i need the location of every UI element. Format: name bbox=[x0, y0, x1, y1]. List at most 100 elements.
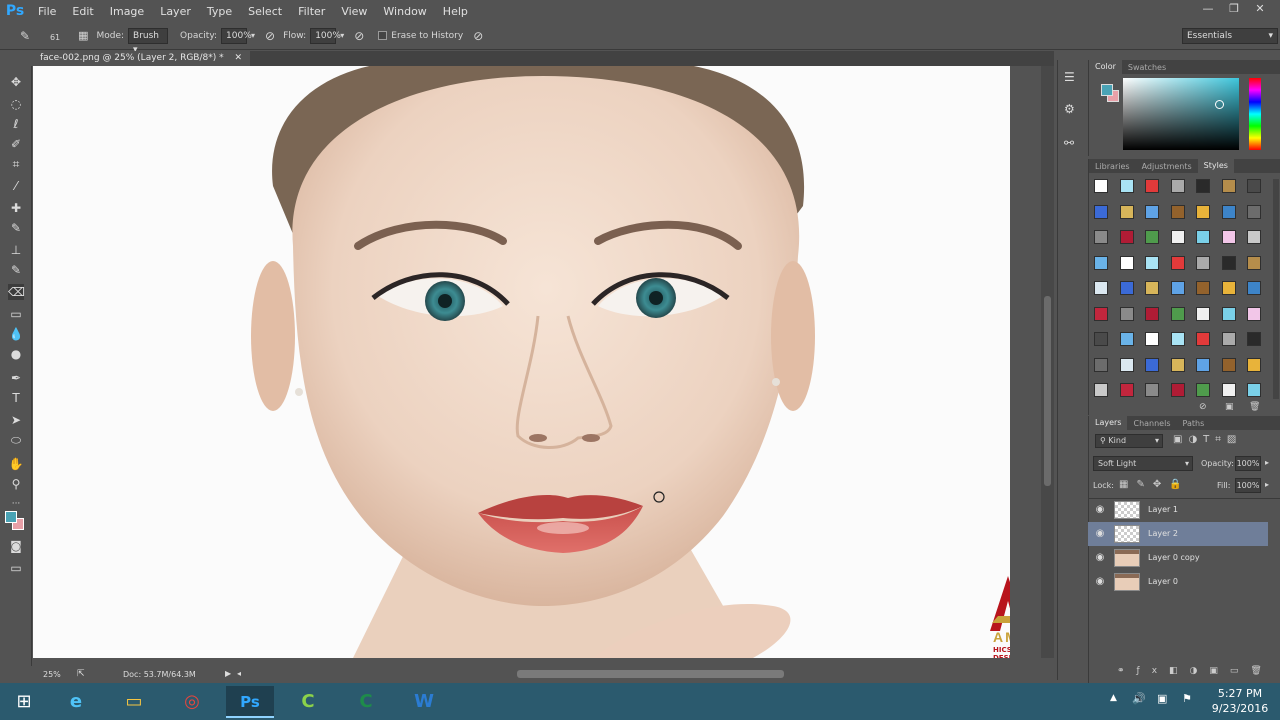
quick-select-tool-icon[interactable]: ✐ bbox=[8, 136, 24, 152]
restore-button[interactable]: ❐ bbox=[1222, 2, 1246, 18]
camtasia-recorder-icon[interactable]: C bbox=[342, 686, 390, 718]
style-swatch[interactable] bbox=[1145, 230, 1159, 244]
style-swatch[interactable] bbox=[1094, 204, 1108, 219]
style-swatch[interactable] bbox=[1170, 179, 1185, 193]
pen-tool-icon[interactable]: ✒ bbox=[8, 370, 24, 386]
style-swatch[interactable] bbox=[1221, 255, 1236, 270]
style-swatch[interactable] bbox=[1196, 204, 1210, 219]
style-swatch[interactable] bbox=[1094, 281, 1108, 295]
style-swatch[interactable] bbox=[1196, 357, 1210, 372]
healing-brush-icon[interactable]: ✚ bbox=[8, 200, 24, 216]
visibility-eye-icon[interactable]: ◉ bbox=[1094, 552, 1106, 564]
clear-style-icon[interactable]: ⊘ bbox=[1199, 402, 1207, 412]
layers-footer-icons[interactable]: ⚭ƒx◧◑▣▭🗑 bbox=[1089, 666, 1280, 683]
layer-opacity-input[interactable]: 100% bbox=[1235, 456, 1261, 471]
menu-image[interactable]: Image bbox=[102, 5, 152, 18]
style-swatch[interactable] bbox=[1247, 230, 1261, 244]
brush-panel-icon[interactable]: ▦ bbox=[78, 29, 88, 42]
tab-color[interactable]: Color bbox=[1089, 60, 1122, 74]
layer-row[interactable]: ◉ Layer 1 bbox=[1088, 498, 1268, 522]
quick-mask-icon[interactable]: ◙ bbox=[8, 538, 24, 554]
style-swatch[interactable] bbox=[1196, 281, 1210, 295]
style-swatch[interactable] bbox=[1221, 383, 1236, 397]
properties-panel-icon[interactable]: ⚙ bbox=[1064, 102, 1075, 116]
style-swatch[interactable] bbox=[1196, 230, 1210, 244]
zoom-tool-icon[interactable]: ⚲ bbox=[8, 476, 24, 492]
style-swatch[interactable] bbox=[1196, 255, 1210, 270]
style-swatch[interactable] bbox=[1145, 255, 1159, 270]
history-brush-icon[interactable]: ✎ bbox=[8, 262, 24, 278]
tab-channels[interactable]: Channels bbox=[1127, 419, 1176, 428]
status-menu-arrow-icon[interactable]: ▶ bbox=[225, 669, 231, 678]
marquee-tool-icon[interactable]: ◌ bbox=[8, 96, 24, 112]
layer-opacity-arrow-icon[interactable]: ▸ bbox=[1265, 458, 1269, 467]
style-swatch[interactable] bbox=[1221, 306, 1236, 321]
style-swatch[interactable] bbox=[1247, 332, 1261, 346]
opacity-input[interactable]: 100% bbox=[221, 27, 252, 44]
style-swatch[interactable] bbox=[1119, 281, 1134, 295]
menu-type[interactable]: Type bbox=[199, 5, 240, 18]
menu-select[interactable]: Select bbox=[240, 5, 290, 18]
style-swatch[interactable] bbox=[1247, 204, 1261, 219]
style-swatch[interactable] bbox=[1145, 179, 1159, 193]
menu-layer[interactable]: Layer bbox=[152, 5, 199, 18]
lock-icons[interactable]: ▦✎✥🔒 bbox=[1119, 479, 1190, 490]
style-swatch[interactable] bbox=[1247, 306, 1261, 321]
volume-icon[interactable]: 🔊 bbox=[1132, 692, 1146, 705]
fill-arrow-icon[interactable]: ▸ bbox=[1265, 480, 1269, 489]
style-swatch[interactable] bbox=[1170, 281, 1185, 295]
style-swatch[interactable] bbox=[1145, 383, 1159, 397]
color-picker-handle[interactable] bbox=[1215, 100, 1224, 109]
eyedropper-tool-icon[interactable]: ⁄ bbox=[8, 178, 24, 194]
layer-name[interactable]: Layer 0 bbox=[1148, 577, 1178, 586]
style-swatch[interactable] bbox=[1196, 179, 1210, 193]
style-swatch[interactable] bbox=[1247, 357, 1261, 372]
style-swatch[interactable] bbox=[1094, 255, 1108, 270]
layer-row-selected[interactable]: ◉ Layer 2 bbox=[1088, 522, 1268, 546]
close-tab-icon[interactable]: ✕ bbox=[235, 53, 243, 63]
tab-libraries[interactable]: Libraries bbox=[1089, 162, 1136, 171]
styles-scrollbar[interactable] bbox=[1273, 179, 1279, 399]
pressure-opacity-icon[interactable]: ⊘ bbox=[265, 29, 275, 43]
style-swatch[interactable] bbox=[1196, 383, 1210, 397]
delete-style-icon[interactable]: 🗑 bbox=[1249, 402, 1260, 412]
style-swatch[interactable] bbox=[1170, 306, 1185, 321]
style-swatch[interactable] bbox=[1119, 204, 1134, 219]
pressure-size-icon[interactable]: ⊘ bbox=[473, 29, 483, 43]
style-swatch[interactable] bbox=[1221, 179, 1236, 193]
clone-stamp-icon[interactable]: ⊥ bbox=[8, 242, 24, 258]
style-swatch[interactable] bbox=[1170, 332, 1185, 346]
style-swatch[interactable] bbox=[1170, 357, 1185, 372]
menu-window[interactable]: Window bbox=[375, 5, 434, 18]
menu-edit[interactable]: Edit bbox=[64, 5, 101, 18]
flow-dropdown-icon[interactable]: ▾ bbox=[340, 31, 344, 40]
network-icon[interactable]: ▣ bbox=[1157, 692, 1167, 705]
visibility-eye-icon[interactable]: ◉ bbox=[1094, 504, 1106, 516]
menu-file[interactable]: File bbox=[30, 5, 64, 18]
foreground-color-swatch[interactable] bbox=[5, 511, 17, 523]
style-swatch[interactable] bbox=[1221, 357, 1236, 372]
color-picker-field[interactable] bbox=[1123, 78, 1239, 150]
layer-filter-select[interactable]: ⚲ Kind ▾ bbox=[1095, 434, 1163, 448]
style-swatch[interactable] bbox=[1145, 332, 1159, 346]
layer-row[interactable]: ◉ Layer 0 copy bbox=[1088, 546, 1268, 570]
menu-view[interactable]: View bbox=[333, 5, 375, 18]
style-swatch[interactable] bbox=[1247, 383, 1261, 397]
style-swatch[interactable] bbox=[1247, 179, 1261, 193]
style-swatch[interactable] bbox=[1221, 281, 1236, 295]
history-panel-icon[interactable]: ☰ bbox=[1064, 70, 1075, 84]
style-swatch[interactable] bbox=[1094, 179, 1108, 193]
style-swatch[interactable] bbox=[1221, 230, 1236, 244]
blur-tool-icon[interactable]: 💧 bbox=[8, 326, 24, 342]
windows-start-icon[interactable]: ⊞ bbox=[0, 686, 48, 718]
style-swatch[interactable] bbox=[1119, 332, 1134, 346]
blend-mode-select[interactable]: Soft Light ▾ bbox=[1093, 456, 1193, 471]
workspace-select[interactable]: Essentials ▾ bbox=[1182, 28, 1278, 44]
layer-filter-icons[interactable]: ▣◑T⌗▨ bbox=[1173, 434, 1242, 445]
style-swatch[interactable] bbox=[1170, 255, 1185, 270]
menu-filter[interactable]: Filter bbox=[290, 5, 333, 18]
layer-name[interactable]: Layer 0 copy bbox=[1148, 553, 1200, 562]
color-panel-foreground[interactable] bbox=[1101, 84, 1113, 96]
tab-paths[interactable]: Paths bbox=[1177, 419, 1211, 428]
style-swatch[interactable] bbox=[1247, 255, 1261, 270]
